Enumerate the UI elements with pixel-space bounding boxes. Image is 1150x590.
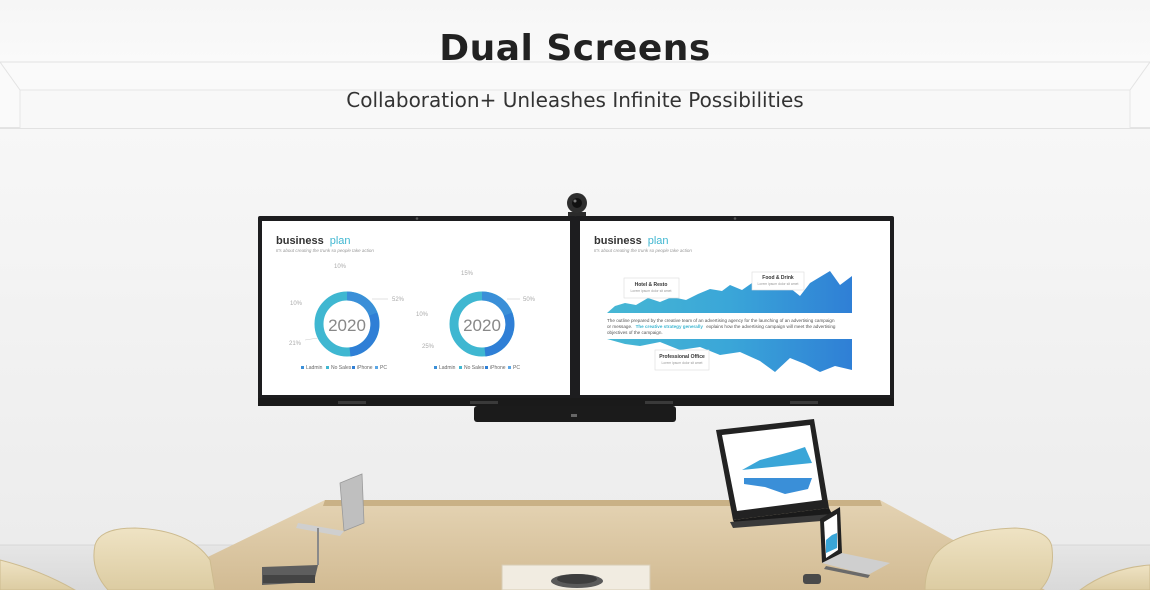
right-paragraph-line3: objectives of the campaign. [607, 330, 663, 335]
callout-title: Food & Drink [762, 275, 794, 281]
legend-item: Ladmin [439, 365, 456, 371]
soundbar [474, 406, 676, 422]
donut-2-callout-bottom: 25% [422, 344, 435, 350]
right-paragraph-line2: or message. The creative strategy genera… [607, 324, 836, 329]
right-paragraph-line1: The outline prepared by the creative tea… [607, 318, 835, 323]
legend-item: PC [380, 365, 387, 371]
legend-item: Ladmin [306, 365, 323, 371]
donut-2-callout-right: 50% [523, 297, 536, 303]
donut-1-callout-top: 10% [334, 264, 347, 270]
callout-title: Professional Office [659, 354, 705, 360]
left-tagline: It's about creating the trunk so people … [276, 248, 374, 253]
donut-2-center-label: 2020 [463, 316, 501, 335]
legend-item: iPhone [490, 365, 506, 371]
left-heading-word2: plan [330, 235, 351, 247]
legend-item: PC [513, 365, 520, 371]
donut-2-callout-top: 15% [461, 271, 474, 277]
callout-title: Hotel & Resto [635, 282, 668, 288]
right-tagline: It's about creating the trunk so people … [594, 248, 692, 253]
donut-2-callout-left: 10% [416, 312, 429, 318]
svg-text:business plan: business plan [594, 235, 669, 247]
right-heading-word2: plan [648, 235, 669, 247]
hero-title: Dual Screens [439, 28, 711, 69]
legend-item: No Sales [331, 365, 352, 371]
callout-office: Professional Office Lorem ipsum dolor si… [654, 349, 710, 371]
left-heading-word1: business [276, 235, 324, 247]
donut-1-callout-left: 10% [290, 301, 303, 307]
callout-body: Lorem ipsum dolor sit amet [631, 289, 672, 293]
paragraph-prefix: or message. [607, 324, 632, 329]
hero-subtitle: Collaboration+ Unleashes Infinite Possib… [346, 88, 804, 112]
donut-1-callout-right: 52% [392, 297, 405, 303]
conference-room-scene: business plan It's about creating the tr… [0, 0, 1150, 590]
legend-item: iPhone [357, 365, 373, 371]
right-heading-word1: business [594, 235, 642, 247]
donut-1-callout-bottom: 21% [289, 341, 302, 347]
callout-hotel: Hotel & Resto Lorem ipsum dolor sit amet [623, 277, 680, 299]
tablet-display [716, 419, 834, 528]
paragraph-suffix: explains how the advertising campaign wi… [706, 324, 836, 329]
webcam [567, 193, 587, 218]
callout-food: Food & Drink Lorem ipsum dolor sit amet [751, 271, 805, 291]
paragraph-highlight: The creative strategy generally [636, 324, 704, 329]
donut-1-center-label: 2020 [328, 316, 366, 335]
callout-body: Lorem ipsum dolor sit amet [758, 282, 799, 286]
legend-item: No Sales [464, 365, 485, 371]
svg-text:business plan: business plan [276, 235, 351, 247]
callout-body: Lorem ipsum dolor sit amet [662, 361, 703, 365]
